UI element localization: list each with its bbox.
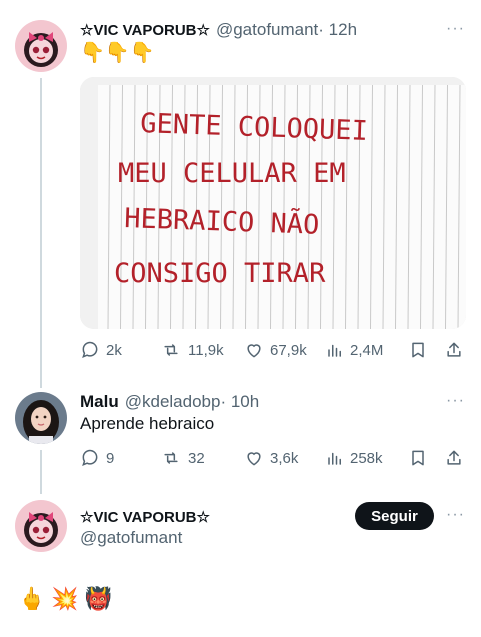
tweet-actions: 9 32 3,6k 258k [80, 448, 466, 470]
middle-finger-emoji: 🖕 [18, 586, 46, 611]
share-button[interactable] [444, 340, 464, 360]
like-button[interactable]: 3,6k [244, 448, 298, 468]
views-bar-icon [328, 452, 341, 465]
display-name[interactable]: ☆VIC VAPORUB☆ [80, 508, 210, 526]
tweet-actions: 2k 11,9k 67,9k 2,4M [80, 340, 466, 362]
repost-count: 32 [188, 449, 205, 467]
tweet-header: ☆VIC VAPORUB☆ @gatofumant · 12h [80, 20, 357, 40]
reply-button[interactable]: 9 [80, 448, 114, 468]
avatar[interactable] [15, 392, 67, 444]
heart-icon [247, 344, 261, 358]
ogre-emoji: 👹 [84, 586, 113, 611]
tweet-text: 🖕 💥 👹 [18, 586, 112, 612]
doll-avatar-icon [15, 20, 67, 72]
thread-line [40, 450, 42, 494]
display-name[interactable]: Malu [80, 392, 119, 412]
follow-button[interactable]: Seguir [355, 502, 434, 530]
bookmark-button[interactable] [408, 340, 428, 360]
reply-button[interactable]: 2k [80, 340, 122, 360]
more-options-icon[interactable]: ··· [446, 506, 465, 524]
like-count: 67,9k [270, 341, 307, 359]
avatar[interactable] [15, 20, 67, 72]
username-handle[interactable]: @kdeladobp [125, 392, 221, 412]
reply-count: 2k [106, 341, 122, 359]
views-bar-icon [328, 344, 341, 357]
heart-icon [247, 452, 261, 466]
profile-photo-icon [15, 392, 67, 444]
collision-emoji: 💥 [51, 586, 79, 611]
repost-icon [164, 344, 178, 356]
bookmark-icon [412, 450, 424, 466]
repost-button[interactable]: 11,9k [160, 340, 224, 360]
repost-icon [164, 452, 178, 464]
reply-bubble-icon [82, 449, 98, 466]
image-caption-line: CONSIGO TIRAR [114, 258, 326, 289]
repost-button[interactable]: 32 [160, 448, 205, 468]
bookmark-button[interactable] [408, 448, 428, 468]
share-icon [447, 450, 461, 465]
thread-line [40, 78, 42, 388]
doll-avatar-icon [15, 500, 67, 552]
reply-count: 9 [106, 449, 115, 467]
display-name[interactable]: ☆VIC VAPORUB☆ [80, 21, 210, 39]
username-handle[interactable]: @gatofumant [80, 528, 182, 548]
tweet-header: Malu @kdeladobp · 10h [80, 392, 259, 412]
tweet-text: Aprende hebraico [80, 414, 215, 433]
more-options-icon[interactable]: ··· [446, 392, 465, 410]
bookmark-icon [412, 342, 424, 358]
more-options-icon[interactable]: ··· [446, 20, 465, 38]
view-count: 2,4M [350, 341, 384, 359]
image-caption-line: MEU CELULAR EM [118, 158, 346, 189]
repost-count: 11,9k [188, 341, 224, 359]
views-button[interactable]: 258k [326, 448, 383, 468]
reply-bubble-icon [82, 341, 98, 358]
views-button[interactable]: 2,4M [326, 340, 383, 360]
like-button[interactable]: 67,9k [244, 340, 307, 360]
timestamp[interactable]: · 10h [220, 392, 259, 412]
username-handle[interactable]: @gatofumant [216, 20, 318, 40]
share-icon [447, 342, 461, 357]
image-caption-line: HEBRAICO NÃO [124, 202, 320, 241]
tweet-image[interactable]: GENTE COLOQUEI MEU CELULAR EM HEBRAICO N… [80, 77, 466, 329]
avatar[interactable] [15, 500, 67, 552]
notebook-photo: GENTE COLOQUEI MEU CELULAR EM HEBRAICO N… [80, 77, 466, 329]
share-button[interactable] [444, 448, 464, 468]
view-count: 258k [350, 449, 383, 467]
like-count: 3,6k [270, 449, 299, 467]
tweet-text: 👇👇👇 [80, 42, 155, 64]
timestamp[interactable]: · 12h [318, 20, 357, 40]
